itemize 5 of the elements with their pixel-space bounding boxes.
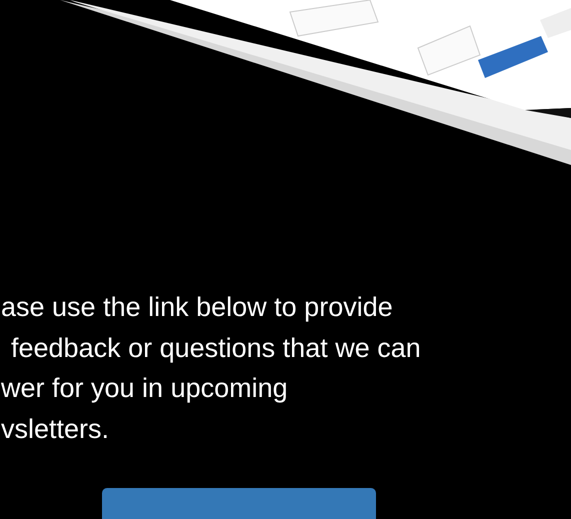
text-line: ase use the link below to provide [1,291,393,324]
text-line: vsletters. [1,412,110,446]
text-line: feedback or questions that we can [10,332,421,365]
text-line: wer for you in upcoming [1,372,288,405]
link-button[interactable] [102,488,376,519]
